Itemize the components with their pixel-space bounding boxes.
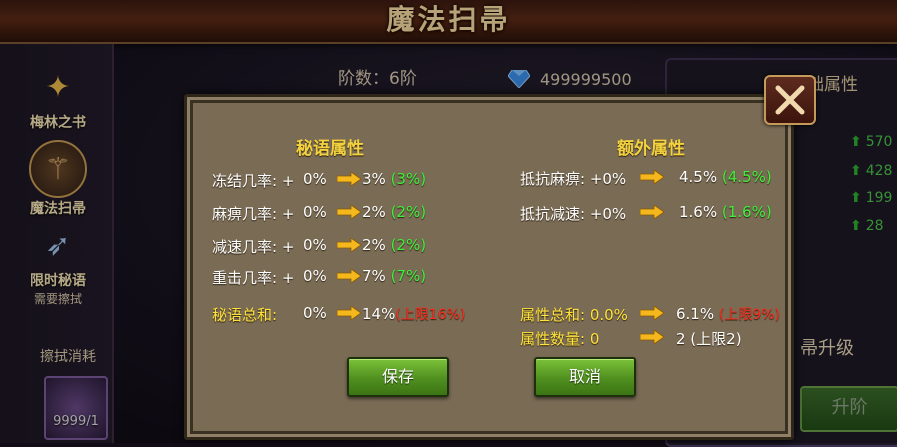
stat-new: 2% (2%) bbox=[362, 236, 427, 254]
arrow-right-icon bbox=[337, 205, 361, 219]
stat-new: 1.6% (1.6%) bbox=[679, 203, 772, 221]
stat-label: 重击几率: + bbox=[212, 269, 295, 287]
stat-current: 0% bbox=[303, 304, 327, 322]
stat-current: 0% bbox=[303, 170, 327, 188]
stat-label: 抵抗麻痹: +0% bbox=[520, 170, 627, 188]
stat-new: 4.5% (4.5%) bbox=[679, 168, 772, 186]
close-button[interactable] bbox=[764, 75, 816, 125]
arrow-right-icon bbox=[640, 205, 664, 219]
stat-new: 14%(上限16%) bbox=[362, 305, 466, 323]
arrow-right-icon bbox=[337, 306, 361, 320]
arrow-right-icon bbox=[337, 269, 361, 283]
stat-new: 7% (7%) bbox=[362, 267, 427, 285]
cancel-button[interactable]: 取消 bbox=[534, 357, 636, 397]
stat-current: 0% bbox=[303, 236, 327, 254]
arrow-right-icon bbox=[640, 170, 664, 184]
extra-attributes-title: 额外属性 bbox=[617, 139, 685, 159]
stat-current: 0% bbox=[303, 203, 327, 221]
stat-new: 3% (3%) bbox=[362, 170, 427, 188]
stat-current: 0% bbox=[303, 267, 327, 285]
stat-label: 减速几率: + bbox=[212, 238, 295, 256]
stat-new: 2% (2%) bbox=[362, 203, 427, 221]
arrow-right-icon bbox=[337, 238, 361, 252]
stat-label: 麻痹几率: + bbox=[212, 205, 295, 223]
mystic-attributes-title: 秘语属性 bbox=[296, 139, 364, 159]
arrow-right-icon bbox=[640, 306, 664, 320]
extra-total-label: 属性总和: 0.0% bbox=[520, 306, 628, 324]
stat-new: 2 (上限2) bbox=[676, 330, 742, 348]
stat-new: 6.1% (上限9%) bbox=[676, 305, 781, 323]
save-button[interactable]: 保存 bbox=[347, 357, 449, 397]
mystic-total-label: 秘语总和: bbox=[212, 306, 278, 324]
stat-label: 冻结几率: + bbox=[212, 172, 295, 190]
stat-label: 抵抗减速: +0% bbox=[520, 205, 627, 223]
extra-count-label: 属性数量: 0 bbox=[520, 330, 600, 348]
arrow-right-icon bbox=[337, 172, 361, 186]
close-icon bbox=[775, 85, 805, 115]
arrow-right-icon bbox=[640, 330, 664, 344]
